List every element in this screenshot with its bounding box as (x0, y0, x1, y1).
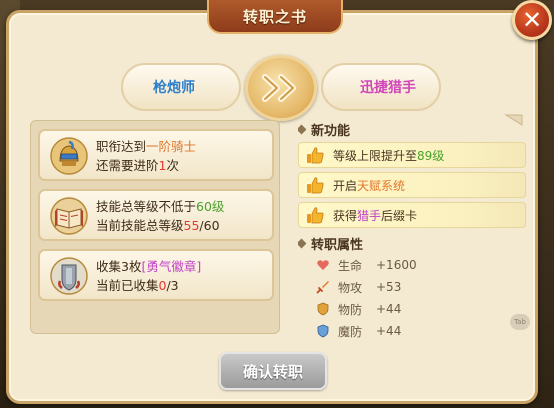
target-class-label: 迅捷猎手 (321, 63, 441, 111)
skill-book-icon (50, 197, 88, 235)
new-features-header: 新功能 (298, 118, 526, 140)
attribute-row: 生命 +1600 (298, 254, 526, 276)
thumbs-up-icon (307, 147, 324, 164)
courage-badge-icon (50, 257, 88, 295)
requirement-item: 收集3枚[勇气徽章] 当前已收集0/3 (38, 249, 274, 301)
thumbs-up-icon (307, 207, 324, 224)
feature-item: 获得 猎手 后缀卡 (298, 202, 526, 228)
requirements-panel: 职衔达到一阶骑士 还需要进阶1次 技能总等级不低于60级 当前技能总等级55/6… (30, 120, 280, 334)
sword-icon (316, 281, 329, 294)
attribute-row: 物攻 +53 (298, 276, 526, 298)
magic-shield-icon (317, 324, 329, 338)
attribute-name: 物攻 (338, 280, 363, 295)
section-title: 转职属性 (311, 237, 364, 253)
confirm-class-change-button[interactable]: 确认转职 (219, 352, 327, 390)
attribute-value: +1600 (376, 258, 417, 272)
feature-text: 获得 (333, 208, 358, 223)
feature-text: 等级上限提升至 (333, 148, 418, 163)
requirement-highlight: 一阶骑士 (146, 139, 197, 154)
progress-suffix: /60 (199, 218, 220, 233)
diamond-bullet-icon (298, 238, 307, 248)
feature-highlight: 天赋系统 (357, 178, 406, 193)
requirement-highlight: [勇气徽章] (141, 259, 202, 274)
close-button[interactable]: ✕ (512, 0, 552, 40)
attribute-value: +53 (376, 280, 402, 294)
requirement-highlight: 60级 (196, 199, 225, 214)
requirement-text: 收集3枚 (96, 259, 142, 274)
tab-chip[interactable]: Tab (510, 314, 530, 330)
knight-helmet-icon (50, 137, 88, 175)
attribute-name: 物防 (338, 302, 363, 317)
attribute-row: 魔防 +44 (298, 320, 526, 342)
attribute-row: 物防 +44 (298, 298, 526, 320)
requirement-item: 职衔达到一阶骑士 还需要进阶1次 (38, 129, 274, 181)
current-class-label: 枪炮师 (121, 63, 241, 111)
class-change-row: 枪炮师 迅捷猎手 (121, 55, 441, 121)
requirement-item: 技能总等级不低于60级 当前技能总等级55/60 (38, 189, 274, 241)
progress-text: 还需要进阶 (96, 158, 159, 173)
attribute-value: +44 (376, 302, 402, 316)
feature-suffix: 后缀卡 (381, 208, 418, 223)
thumbs-up-icon (307, 177, 324, 194)
shield-icon (317, 302, 329, 316)
double-chevron-right-icon (245, 55, 317, 121)
feature-text: 开启 (333, 178, 358, 193)
requirement-text: 技能总等级不低于 (96, 199, 197, 214)
heart-icon (317, 260, 329, 270)
attributes-header: 转职属性 (298, 232, 526, 254)
info-column: 新功能 等级上限提升至 89级 开启 天赋系统 获得 猎手 后缀卡 转职属性 生命 +1… (298, 118, 526, 342)
feature-item: 开启 天赋系统 (298, 172, 526, 198)
dialog-title: 转职之书 (207, 0, 343, 34)
feature-highlight: 89级 (417, 148, 445, 163)
progress-value: 55 (183, 218, 200, 233)
diamond-bullet-icon (298, 124, 307, 134)
section-title: 新功能 (311, 123, 351, 139)
close-icon: ✕ (521, 6, 543, 34)
attribute-value: +44 (376, 324, 402, 338)
progress-text: 当前技能总等级 (96, 218, 184, 233)
progress-text: 当前已收集 (96, 278, 159, 293)
attribute-name: 生命 (338, 258, 363, 273)
requirement-text: 职衔达到 (96, 139, 147, 154)
progress-suffix: 次 (166, 158, 179, 173)
feature-highlight: 猎手 (357, 208, 382, 223)
feature-item: 等级上限提升至 89级 (298, 142, 526, 168)
progress-suffix: /3 (166, 278, 179, 293)
attribute-name: 魔防 (338, 324, 363, 339)
